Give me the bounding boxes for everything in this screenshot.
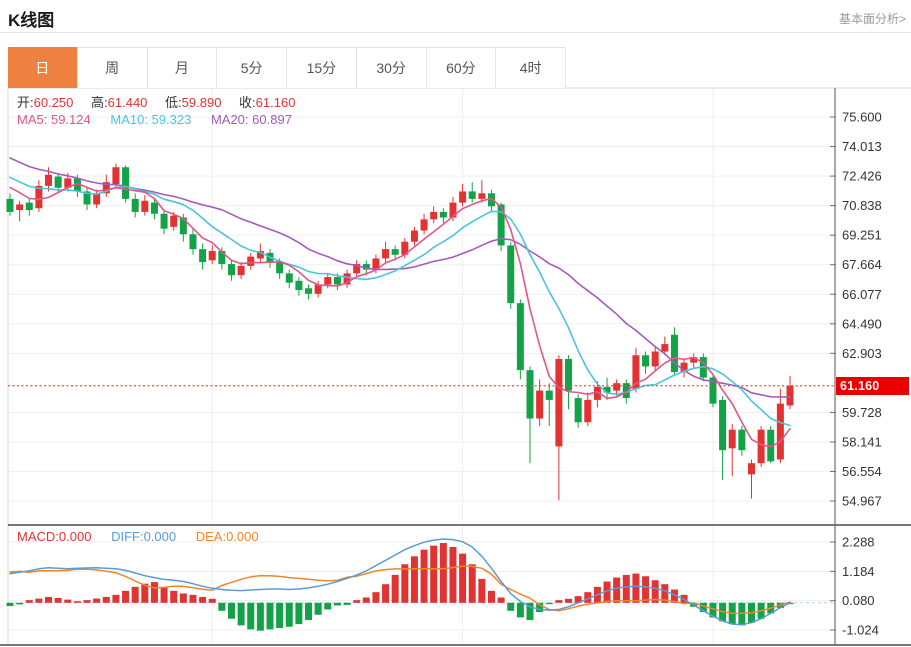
- tab-15min[interactable]: 15分: [287, 48, 357, 88]
- diff-value-readout: DIFF:0.000: [111, 529, 176, 544]
- svg-text:0.080: 0.080: [842, 593, 875, 608]
- low-label: 低:: [165, 95, 182, 110]
- high-value: 61.440: [108, 95, 148, 110]
- svg-text:58.141: 58.141: [842, 434, 882, 449]
- open-value: 60.250: [34, 95, 74, 110]
- macd-value-readout: MACD:0.000: [17, 529, 91, 544]
- close-value: 61.160: [256, 95, 296, 110]
- tab-5min[interactable]: 5分: [217, 48, 287, 88]
- tab-4hour[interactable]: 4时: [496, 48, 565, 88]
- high-label: 高:: [91, 95, 108, 110]
- fundamental-analysis-link[interactable]: 基本面分析>: [839, 10, 906, 27]
- topbar: K线图 基本面分析>: [0, 0, 911, 33]
- ohlc-readout: 开:60.250 高:61.440 低:59.890 收:61.160: [17, 92, 309, 111]
- svg-text:74.013: 74.013: [842, 139, 882, 154]
- ma5-readout: MA5: 59.124: [17, 112, 91, 127]
- svg-text:66.077: 66.077: [842, 287, 882, 302]
- svg-text:59.728: 59.728: [842, 405, 882, 420]
- dea-value-readout: DEA:0.000: [196, 529, 259, 544]
- ma20-readout: MA20: 60.897: [211, 112, 292, 127]
- svg-text:54.967: 54.967: [842, 494, 882, 509]
- svg-text:56.554: 56.554: [842, 464, 882, 479]
- tab-day[interactable]: 日: [8, 47, 78, 88]
- svg-text:1.184: 1.184: [842, 564, 875, 579]
- kline-chart-canvas[interactable]: [8, 88, 835, 645]
- svg-text:72.426: 72.426: [842, 169, 882, 184]
- interval-tabbar: 日 周 月 5分 15分 30分 60分 4时: [8, 47, 566, 88]
- svg-text:62.903: 62.903: [842, 346, 882, 361]
- svg-text:75.600: 75.600: [842, 110, 882, 125]
- low-value: 59.890: [182, 95, 222, 110]
- page-title: K线图: [8, 6, 54, 31]
- open-label: 开:: [17, 95, 34, 110]
- svg-text:67.664: 67.664: [842, 257, 882, 272]
- axis: 75.600 74.013 72.426 70.838 69.251 67.664 66.0…: [830, 110, 882, 638]
- kline-panel: 75.600 74.013 72.426 70.838 69.251 67.664 66.0…: [0, 0, 911, 647]
- svg-text:64.490: 64.490: [842, 316, 882, 331]
- ma-readout: MA5: 59.124 MA10: 59.323 MA20: 60.897: [17, 112, 308, 127]
- svg-text:69.251: 69.251: [842, 228, 882, 243]
- tab-30min[interactable]: 30分: [357, 48, 427, 88]
- svg-text:-1.024: -1.024: [842, 623, 879, 638]
- current-price-badge: 61.160: [836, 377, 909, 395]
- tab-60min[interactable]: 60分: [427, 48, 497, 88]
- svg-text:70.838: 70.838: [842, 198, 882, 213]
- macd-readout: MACD:0.000 DIFF:0.000 DEA:0.000: [17, 529, 275, 544]
- tab-week[interactable]: 周: [78, 48, 148, 88]
- ma10-readout: MA10: 59.323: [110, 112, 191, 127]
- svg-text:2.288: 2.288: [842, 535, 875, 550]
- tab-month[interactable]: 月: [148, 48, 218, 88]
- close-label: 收:: [239, 95, 256, 110]
